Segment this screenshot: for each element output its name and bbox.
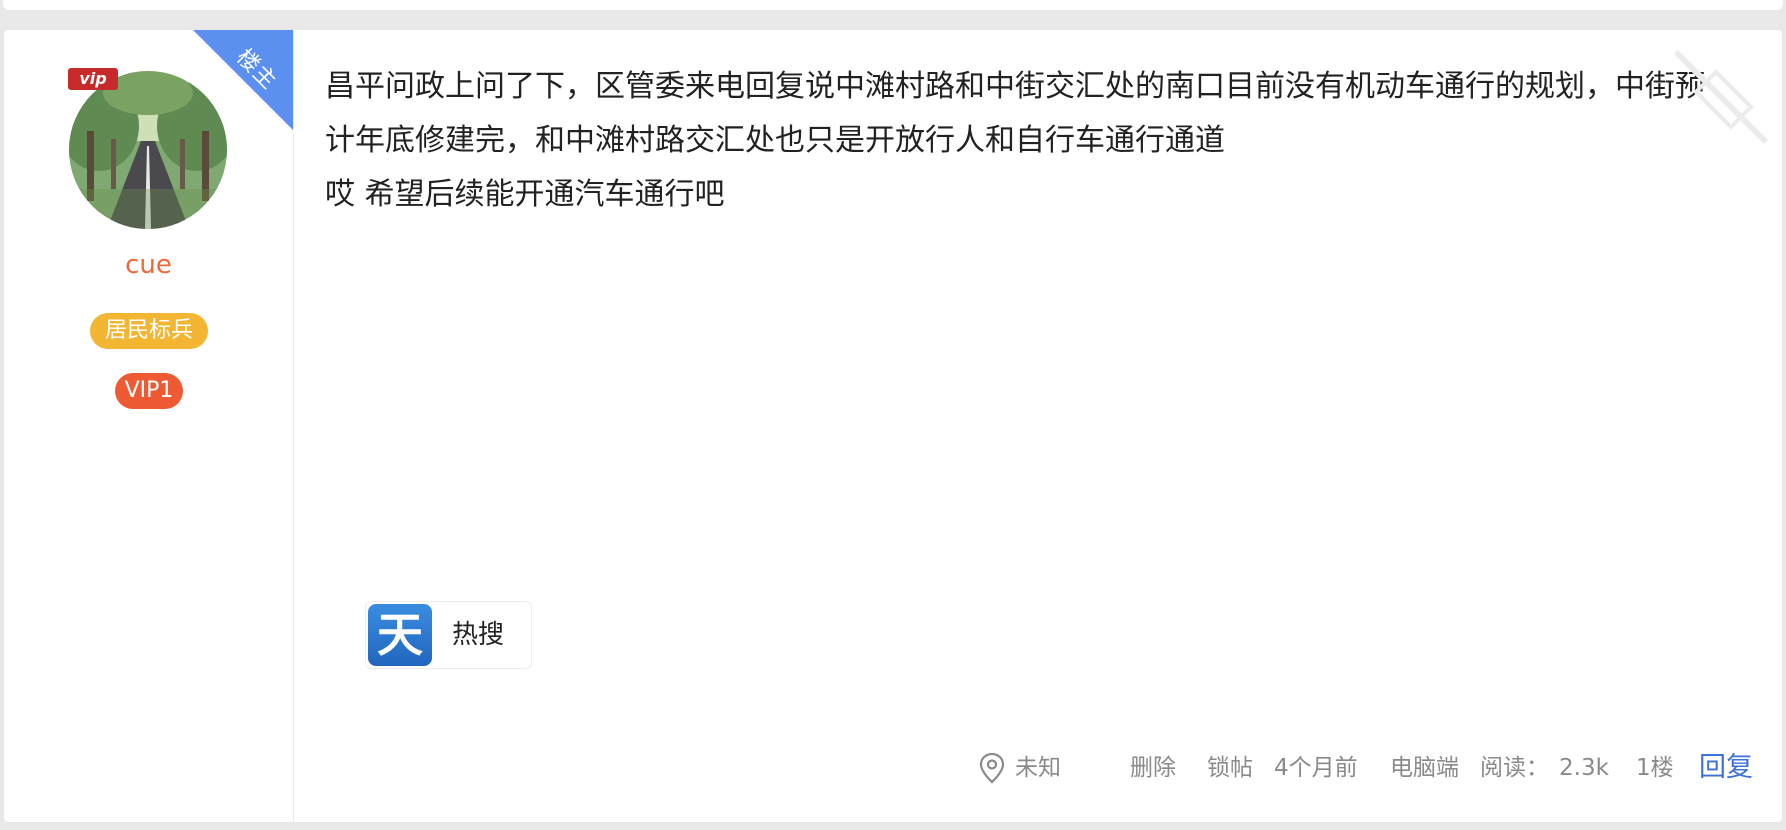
vip-crown-badge: vip bbox=[68, 68, 118, 90]
vip-level-badge: VIP1 bbox=[115, 373, 183, 409]
post-location: 未知 bbox=[1015, 755, 1061, 781]
avatar[interactable] bbox=[69, 71, 227, 229]
post-paragraph-1: 昌平问政上问了下，区管委来电回复说中滩村路和中街交汇处的南口目前没有机动车通行的… bbox=[325, 69, 1705, 158]
owner-label: 楼主 bbox=[231, 44, 282, 95]
lock-post-button[interactable]: 锁帖 bbox=[1207, 750, 1253, 786]
watermark-decoration bbox=[1673, 49, 1769, 145]
level-badge: 居民标兵 bbox=[90, 313, 208, 349]
post-paragraph-2: 哎 希望后续能开通汽车通行吧 bbox=[325, 177, 725, 212]
author-column: 楼主 vip cue 居民标兵 VIP1 bbox=[4, 30, 294, 822]
post-content: 昌平问政上问了下，区管委来电回复说中滩村路和中街交汇处的南口目前没有机动车通行的… bbox=[325, 60, 1733, 222]
reply-button[interactable]: 回复 bbox=[1699, 750, 1753, 786]
delete-button[interactable]: 删除 bbox=[1130, 750, 1176, 786]
author-name[interactable]: cue bbox=[4, 250, 293, 280]
post-card: 楼主 vip cue 居民标兵 VIP1 昌平问政上问了下，区管委来电回复说中滩… bbox=[4, 30, 1782, 822]
read-count: 2.3k bbox=[1559, 755, 1609, 781]
hot-search-logo-icon: 天 bbox=[368, 604, 432, 666]
post-time: 4个月前 bbox=[1274, 755, 1358, 781]
previous-card-edge bbox=[3, 0, 1783, 10]
floor-number: 1楼 bbox=[1636, 755, 1674, 781]
hot-search-attachment[interactable]: 天 热搜 bbox=[365, 601, 532, 669]
hot-search-label: 热搜 bbox=[452, 620, 505, 650]
location-pin-icon bbox=[979, 752, 1005, 784]
post-device: 电脑端 bbox=[1390, 755, 1459, 781]
read-count-label: 阅读： bbox=[1480, 755, 1549, 781]
avatar-image bbox=[69, 71, 227, 229]
